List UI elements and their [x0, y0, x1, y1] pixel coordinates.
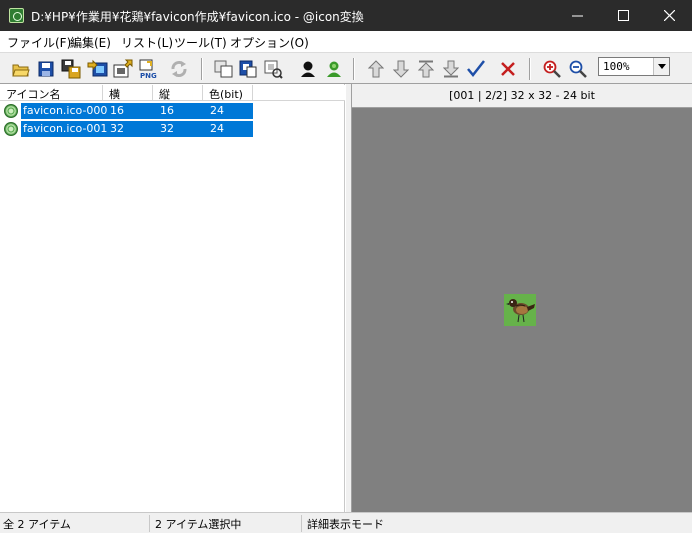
close-icon	[663, 10, 675, 21]
row-selection[interactable]: favicon.ico-000 16 16 24	[21, 103, 253, 119]
preview-canvas	[352, 108, 692, 512]
row-height: 32	[160, 122, 174, 135]
menu-tools[interactable]: ツール(T)	[174, 34, 227, 51]
chevron-down-icon[interactable]	[653, 58, 669, 75]
status-total: 全 2 アイテム	[0, 515, 150, 532]
open-button[interactable]	[9, 57, 33, 81]
png-button[interactable]: PNG	[137, 57, 161, 81]
save-button[interactable]	[34, 57, 58, 81]
person-green-icon	[327, 61, 341, 77]
duplicate-button[interactable]	[261, 57, 285, 81]
move-bottom-button[interactable]	[439, 57, 463, 81]
save-all-button[interactable]	[59, 57, 83, 81]
move-top-button[interactable]	[414, 57, 438, 81]
move-down-button[interactable]	[389, 57, 413, 81]
delete-button[interactable]	[496, 57, 520, 81]
save-icon	[38, 61, 54, 77]
row-bits: 24	[210, 122, 224, 135]
user-black-button[interactable]	[296, 57, 320, 81]
preview-pane: [001 | 2/2] 32 x 32 - 24 bit	[352, 84, 692, 512]
user-green-button[interactable]	[322, 57, 346, 81]
minimize-button[interactable]	[554, 0, 600, 31]
app-icon[interactable]	[9, 8, 24, 23]
zoom-in-icon	[543, 60, 561, 78]
list-header: アイコン名 横 縦 色(bit)	[0, 85, 345, 101]
move-up-button[interactable]	[364, 57, 388, 81]
row-name: favicon.ico-000	[23, 104, 108, 117]
row-bits: 24	[210, 104, 224, 117]
row-name: favicon.ico-001	[23, 122, 108, 135]
column-header-width[interactable]: 横	[103, 85, 153, 101]
minimize-icon	[571, 15, 583, 17]
export-icon	[87, 59, 108, 77]
menu-edit[interactable]: 編集(E)	[70, 34, 111, 51]
row-width: 16	[110, 104, 124, 117]
person-black-icon	[301, 61, 315, 77]
copy-icon	[214, 60, 233, 78]
duplicate-icon	[264, 60, 283, 79]
row-height: 16	[160, 104, 174, 117]
open-folder-icon	[12, 64, 30, 77]
icon-list: アイコン名 横 縦 色(bit) favicon.ico-000 16 16 2…	[0, 84, 345, 512]
svg-text:PNG: PNG	[140, 72, 157, 79]
bird-icon	[504, 294, 536, 326]
bird-icon-preview	[504, 294, 536, 326]
apply-button[interactable]	[464, 57, 488, 81]
paste-icon	[239, 60, 257, 78]
export-button[interactable]	[86, 57, 110, 81]
status-selected: 2 アイテム選択中	[152, 515, 302, 532]
column-header-height[interactable]: 縦	[153, 85, 203, 101]
import-button[interactable]	[111, 57, 135, 81]
convert-icon	[171, 61, 187, 77]
copy-button[interactable]	[212, 57, 236, 81]
menu-options[interactable]: オプション(O)	[230, 34, 309, 51]
maximize-icon	[617, 10, 629, 21]
png-icon: PNG	[139, 59, 157, 79]
row-selection[interactable]: favicon.ico-001 32 32 24	[21, 121, 253, 137]
move-top-icon	[418, 60, 434, 78]
toolbar: PNG 100%	[0, 52, 692, 84]
maximize-button[interactable]	[600, 0, 646, 31]
save-all-icon	[61, 59, 81, 79]
delete-icon	[501, 62, 515, 76]
paste-button[interactable]	[236, 57, 260, 81]
close-button[interactable]	[646, 0, 692, 31]
row-width: 32	[110, 122, 124, 135]
check-icon	[467, 60, 485, 77]
zoom-select[interactable]: 100%	[598, 57, 670, 76]
menu-list[interactable]: リスト(L)	[121, 34, 173, 51]
column-header-bits[interactable]: 色(bit)	[203, 85, 253, 101]
status-bar: 全 2 アイテム 2 アイテム選択中 詳細表示モード	[0, 512, 692, 533]
title-bar: D:¥HP¥作業用¥花鶏¥favicon作成¥favicon.ico - @ic…	[0, 0, 692, 31]
menu-file[interactable]: ファイル(F)	[7, 34, 71, 51]
toolbar-separator	[353, 58, 355, 80]
zoom-out-button[interactable]	[566, 57, 590, 81]
toolbar-separator	[529, 58, 531, 80]
move-up-icon	[368, 60, 384, 78]
favicon-icon	[4, 122, 18, 136]
column-header-name[interactable]: アイコン名	[0, 85, 103, 101]
zoom-in-button[interactable]	[540, 57, 564, 81]
move-down-icon	[393, 60, 409, 78]
window-title: D:¥HP¥作業用¥花鶏¥favicon作成¥favicon.ico - @ic…	[31, 10, 364, 24]
zoom-out-icon	[569, 60, 587, 78]
move-bottom-icon	[443, 60, 459, 78]
convert-button[interactable]	[167, 57, 191, 81]
favicon-icon	[4, 104, 18, 118]
preview-info: [001 | 2/2] 32 x 32 - 24 bit	[352, 84, 692, 108]
status-mode: 詳細表示モード	[307, 518, 384, 531]
toolbar-separator	[201, 58, 203, 80]
zoom-value: 100%	[603, 60, 630, 73]
menu-bar: ファイル(F) 編集(E) リスト(L) ツール(T) オプション(O)	[0, 31, 692, 52]
import-icon	[113, 59, 133, 78]
